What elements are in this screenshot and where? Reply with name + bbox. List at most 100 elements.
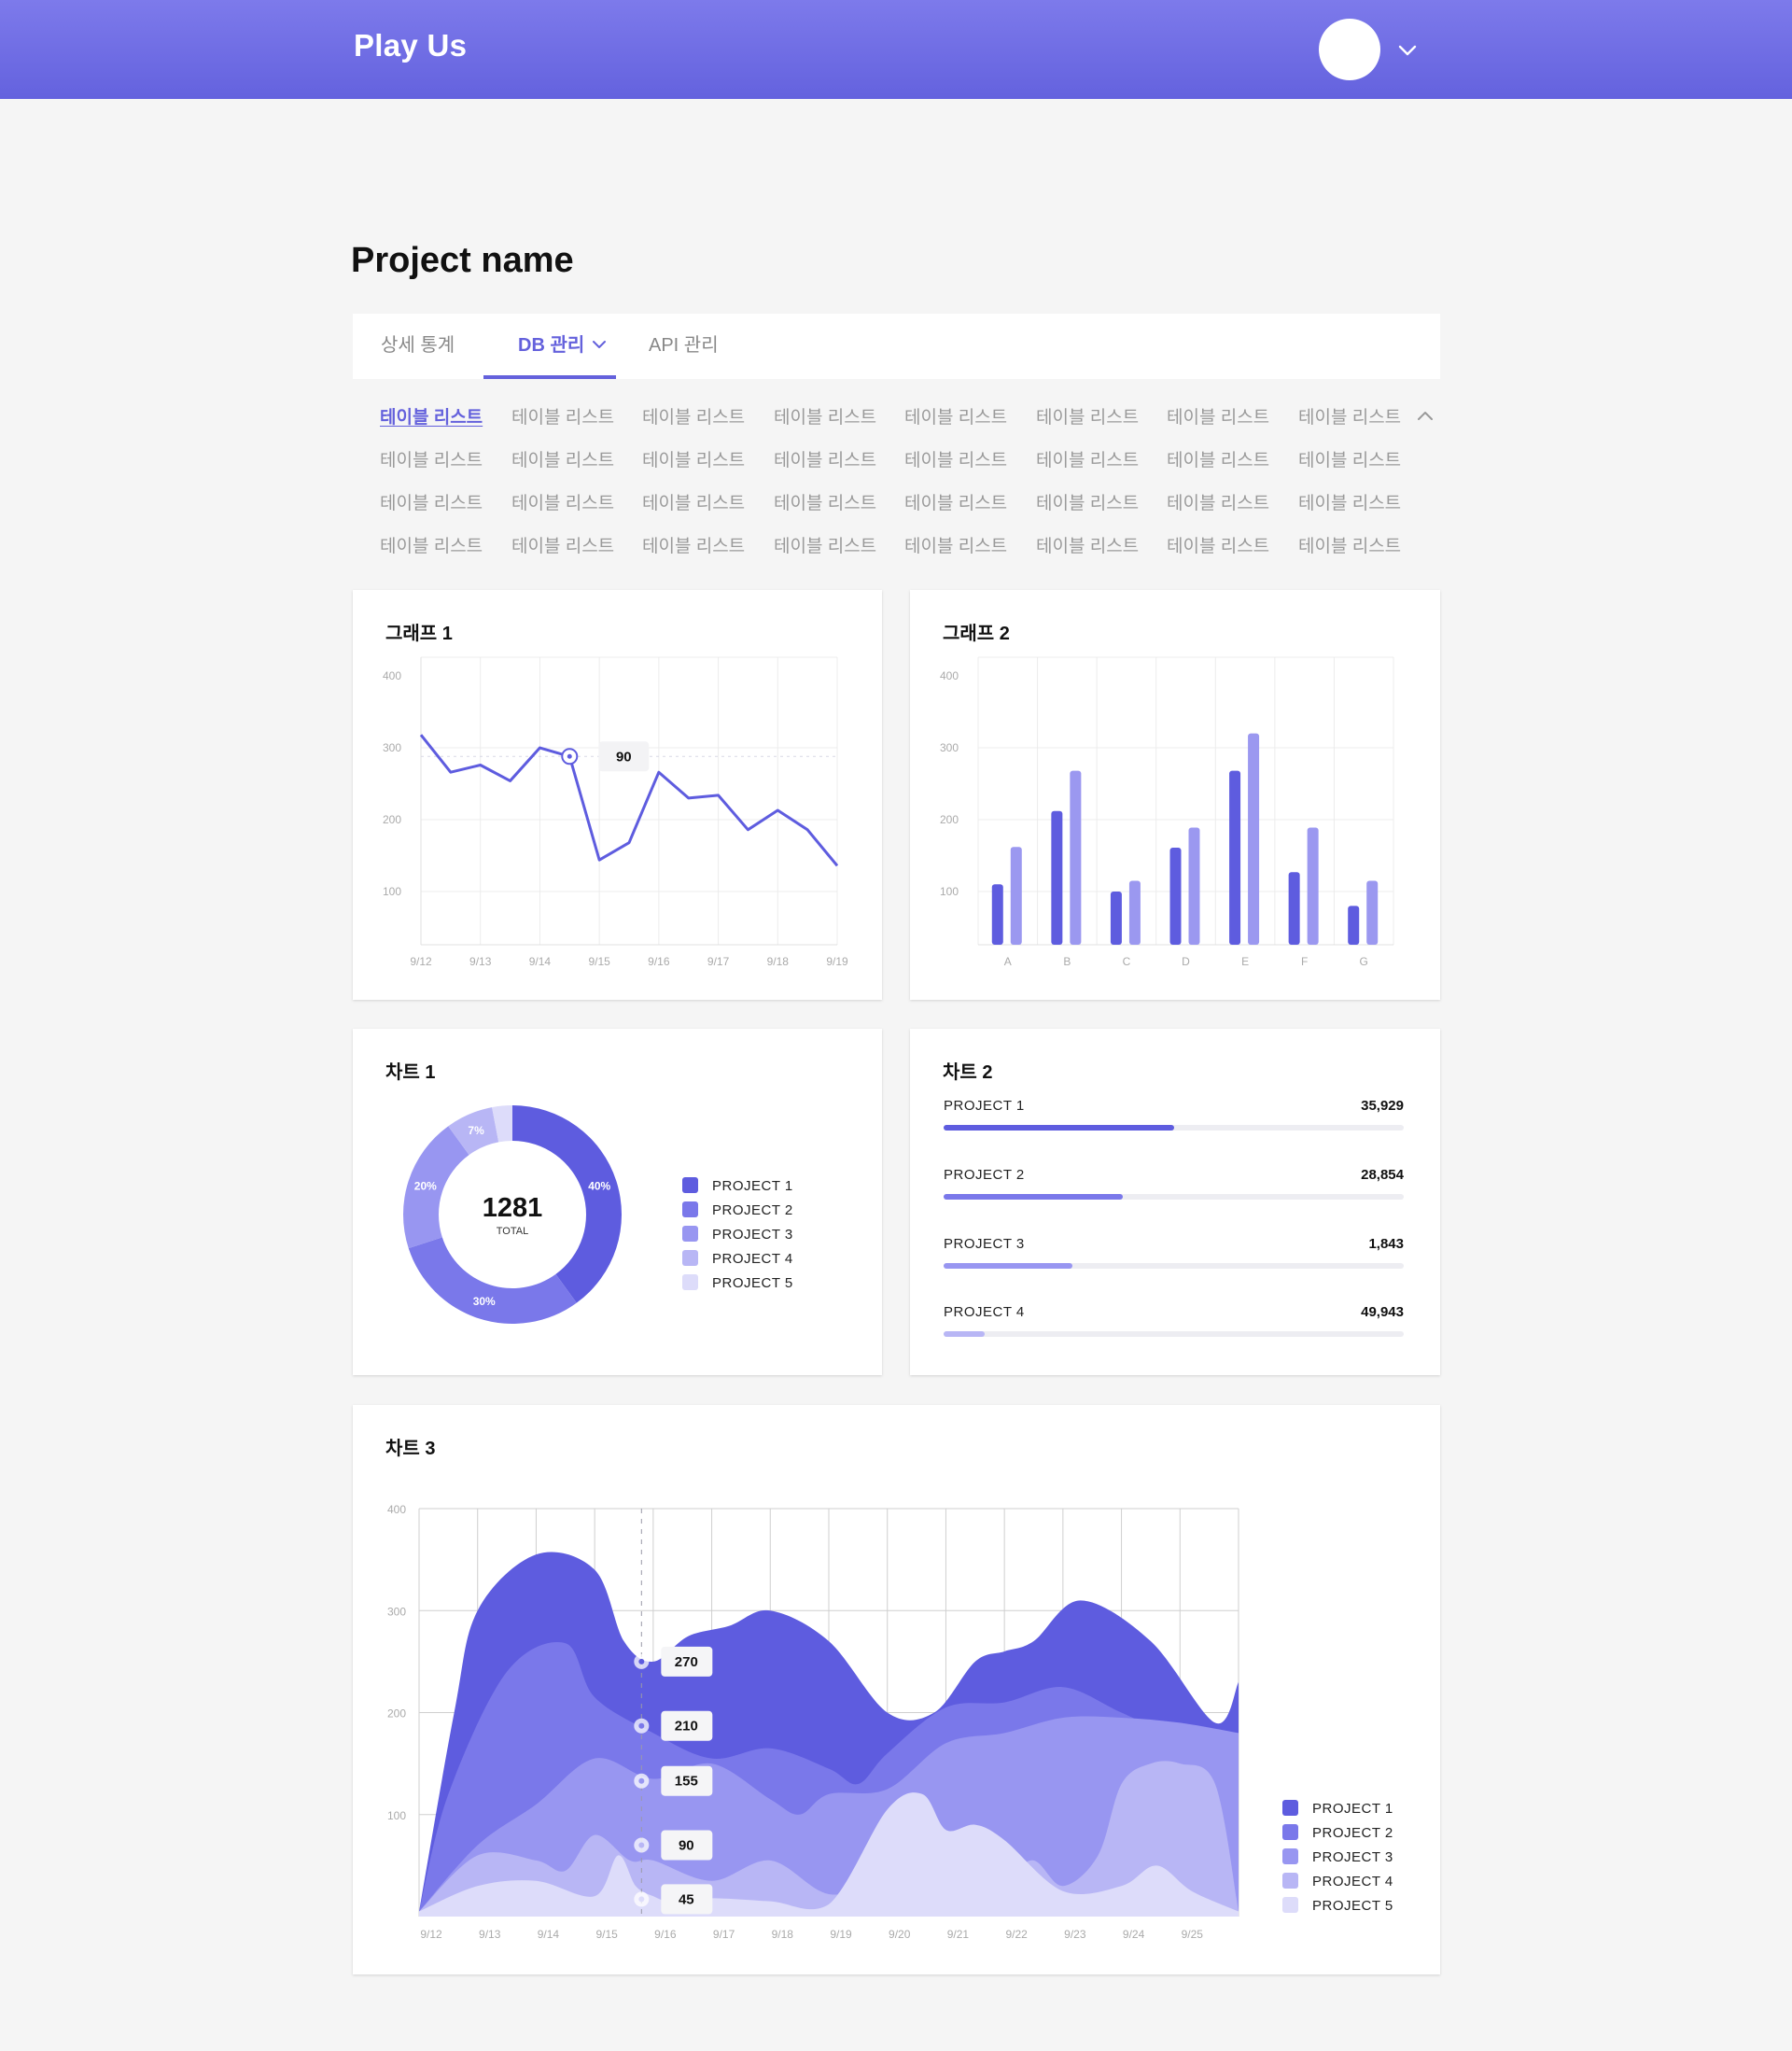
table-list-item[interactable]: 테이블 리스트 bbox=[904, 489, 1007, 514]
table-list-item[interactable]: 테이블 리스트 bbox=[1298, 446, 1401, 471]
table-list-item[interactable]: 테이블 리스트 bbox=[642, 532, 745, 557]
chart2-card: 차트 2 PROJECT 1 35,929 PROJECT 2 28,854 PROJE… bbox=[910, 1029, 1440, 1375]
bar-series-2[interactable] bbox=[1307, 827, 1319, 945]
tab-api-management[interactable]: API 관리 bbox=[649, 314, 719, 379]
bar-series-2[interactable] bbox=[1128, 880, 1141, 945]
progress-fill bbox=[944, 1125, 1174, 1131]
table-list-item[interactable]: 테이블 리스트 bbox=[1298, 532, 1401, 557]
area-chart: 100 200 300 400 9/12 9/13 9/14 9/15 9/16 9/17 9/18… bbox=[387, 1503, 1393, 1941]
progress-track bbox=[944, 1194, 1404, 1200]
legend-label: PROJECT 1 bbox=[712, 1178, 793, 1194]
card-title: 그래프 2 bbox=[943, 624, 1010, 644]
y-tick-label: 100 bbox=[387, 1809, 406, 1822]
table-list-item[interactable]: 테이블 리스트 bbox=[774, 446, 876, 471]
bar-series-2[interactable] bbox=[1248, 733, 1260, 945]
progress-value: 28,854 bbox=[1361, 1167, 1404, 1183]
bar-series-1[interactable] bbox=[1110, 892, 1122, 945]
table-list-item[interactable]: 테이블 리스트 bbox=[511, 446, 614, 471]
chevron-up-icon[interactable] bbox=[1415, 405, 1435, 426]
x-tick-label: 9/13 bbox=[469, 955, 492, 968]
legend-label: PROJECT 4 bbox=[1312, 1874, 1393, 1889]
bar-series-1[interactable] bbox=[1229, 770, 1241, 945]
tooltip-value: 155 bbox=[675, 1774, 698, 1790]
legend-label: PROJECT 1 bbox=[1312, 1801, 1393, 1817]
bar-series-2[interactable] bbox=[1070, 770, 1082, 945]
pie-slice[interactable] bbox=[408, 1237, 577, 1324]
table-list-item[interactable]: 테이블 리스트 bbox=[1167, 446, 1269, 471]
card-title: 차트 2 bbox=[943, 1062, 993, 1083]
table-list-item[interactable]: 테이블 리스트 bbox=[380, 403, 483, 428]
bar-series-2[interactable] bbox=[1010, 847, 1022, 945]
legend-label: PROJECT 2 bbox=[1312, 1825, 1393, 1841]
table-list-item[interactable]: 테이블 리스트 bbox=[642, 403, 745, 428]
progress-fill bbox=[944, 1194, 1124, 1200]
bar-series-1[interactable] bbox=[991, 884, 1003, 945]
chevron-down-icon[interactable] bbox=[1396, 39, 1419, 62]
y-tick-label: 400 bbox=[383, 669, 401, 682]
slice-label: 7% bbox=[468, 1124, 484, 1137]
legend-swatch bbox=[682, 1201, 698, 1217]
table-list-item[interactable]: 테이블 리스트 bbox=[511, 403, 614, 428]
tab-detail-stats[interactable]: 상세 통계 bbox=[381, 314, 455, 379]
x-tick-label: F bbox=[1301, 955, 1308, 968]
legend-swatch bbox=[1282, 1824, 1298, 1840]
progress-track bbox=[944, 1263, 1404, 1269]
table-list-item[interactable]: 테이블 리스트 bbox=[1167, 403, 1269, 428]
tab-db-management[interactable]: DB 관리 bbox=[518, 314, 607, 379]
x-tick-label: 9/19 bbox=[826, 955, 848, 968]
table-list-item[interactable]: 테이블 리스트 bbox=[774, 403, 876, 428]
x-tick-label: G bbox=[1360, 955, 1368, 968]
x-tick-label: E bbox=[1241, 955, 1249, 968]
bar-series-1[interactable] bbox=[1051, 810, 1063, 945]
top-header: Play Us bbox=[0, 0, 1792, 99]
legend-label: PROJECT 5 bbox=[712, 1275, 793, 1291]
bar-series-2[interactable] bbox=[1366, 880, 1379, 945]
table-list-item[interactable]: 테이블 리스트 bbox=[1298, 403, 1401, 428]
table-list-item[interactable]: 테이블 리스트 bbox=[1036, 489, 1139, 514]
bar-series-1[interactable] bbox=[1288, 872, 1300, 945]
table-list-item[interactable]: 테이블 리스트 bbox=[642, 446, 745, 471]
progress-label: PROJECT 1 bbox=[944, 1098, 1025, 1114]
y-tick-label: 400 bbox=[387, 1503, 406, 1516]
table-list-item[interactable]: 테이블 리스트 bbox=[1036, 532, 1139, 557]
table-list-item[interactable]: 테이블 리스트 bbox=[1167, 489, 1269, 514]
table-list-item[interactable]: 테이블 리스트 bbox=[511, 489, 614, 514]
progress-fill bbox=[944, 1331, 986, 1337]
x-tick-label: 9/24 bbox=[1123, 1928, 1145, 1941]
chart1-card: 40% 30% 20% 7% 1281 TOTAL PROJECT 1 PROJECT 2 PR… bbox=[353, 1029, 882, 1375]
x-tick-label: 9/12 bbox=[410, 955, 432, 968]
table-list-item[interactable]: 테이블 리스트 bbox=[642, 489, 745, 514]
x-tick-label: C bbox=[1123, 955, 1131, 968]
tooltip-value: 90 bbox=[616, 749, 632, 765]
table-list-item[interactable]: 테이블 리스트 bbox=[1036, 446, 1139, 471]
table-list-item[interactable]: 테이블 리스트 bbox=[511, 532, 614, 557]
highlight-point-dot bbox=[638, 1722, 645, 1729]
bar-series-1[interactable] bbox=[1348, 906, 1360, 945]
table-list-item[interactable]: 테이블 리스트 bbox=[1298, 489, 1401, 514]
avatar[interactable] bbox=[1319, 19, 1380, 80]
table-list-item[interactable]: 테이블 리스트 bbox=[1167, 532, 1269, 557]
table-list-item[interactable]: 테이블 리스트 bbox=[380, 446, 483, 471]
x-tick-label: 9/25 bbox=[1182, 1928, 1204, 1941]
legend-label: PROJECT 4 bbox=[712, 1251, 793, 1267]
y-tick-label: 300 bbox=[940, 741, 959, 754]
bar-series-1[interactable] bbox=[1169, 848, 1182, 945]
y-tick-label: 200 bbox=[387, 1707, 406, 1721]
brand-logo[interactable]: Play Us bbox=[354, 28, 467, 63]
donut-total: 1281 bbox=[483, 1193, 543, 1223]
progress-fill bbox=[944, 1263, 1073, 1269]
x-tick-label: 9/12 bbox=[420, 1928, 442, 1941]
line-chart: 100 200 300 400 9/12 9/13 9/14 9/15 9/16 9/17 9/18… bbox=[383, 656, 848, 968]
table-list-item[interactable]: 테이블 리스트 bbox=[904, 446, 1007, 471]
progress-value: 1,843 bbox=[1368, 1236, 1404, 1252]
table-list-item[interactable]: 테이블 리스트 bbox=[380, 489, 483, 514]
tab-bar: 상세 통계 DB 관리 API 관리 bbox=[353, 314, 1440, 379]
table-list-item[interactable]: 테이블 리스트 bbox=[774, 532, 876, 557]
bar-series-2[interactable] bbox=[1188, 827, 1200, 945]
tooltip-value: 45 bbox=[679, 1891, 694, 1907]
table-list-item[interactable]: 테이블 리스트 bbox=[904, 532, 1007, 557]
table-list-item[interactable]: 테이블 리스트 bbox=[1036, 403, 1139, 428]
table-list-item[interactable]: 테이블 리스트 bbox=[904, 403, 1007, 428]
table-list-item[interactable]: 테이블 리스트 bbox=[774, 489, 876, 514]
table-list-item[interactable]: 테이블 리스트 bbox=[380, 532, 483, 557]
